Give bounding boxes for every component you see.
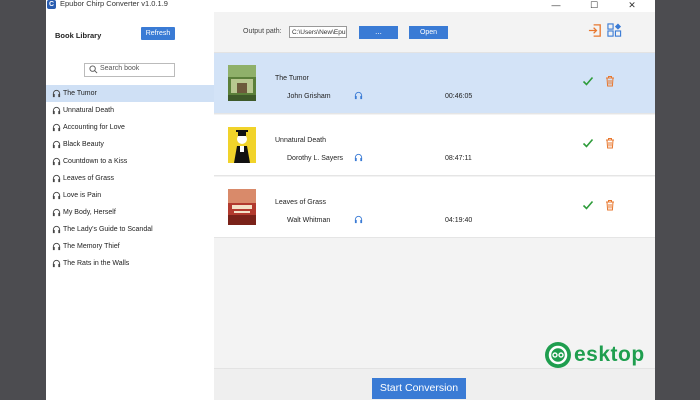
headphones-icon [52, 89, 61, 98]
window-controls: — ☐ ✕ [537, 0, 651, 12]
output-path-label: Output path: [243, 28, 282, 35]
check-icon [582, 200, 594, 210]
headphones-icon [52, 106, 61, 115]
book-card[interactable]: Leaves of Grass Walt Whitman 04:19:40 [214, 177, 655, 238]
refresh-button[interactable]: Refresh [141, 27, 175, 40]
browse-button[interactable]: ... [359, 26, 398, 39]
book-card[interactable]: The Tumor John Grisham 00:46:05 [214, 53, 655, 114]
book-duration: 00:46:05 [445, 93, 473, 100]
book-cover-image [228, 189, 256, 225]
sidebar-book-item[interactable]: The Rats in the Walls [46, 255, 214, 272]
sidebar-book-item[interactable]: The Memory Thief [46, 238, 214, 255]
sidebar-book-item[interactable]: The Lady's Guide to Scandal [46, 221, 214, 238]
book-cover-image [228, 65, 256, 101]
sidebar-book-item[interactable]: Leaves of Grass [46, 170, 214, 187]
app-window: C Epubor Chirp Converter v1.0.1.9 — ☐ ✕ … [46, 0, 655, 400]
sidebar-book-item[interactable]: Accounting for Love [46, 119, 214, 136]
sidebar-book-item[interactable]: Black Beauty [46, 136, 214, 153]
headphones-icon [52, 123, 61, 132]
trash-icon[interactable] [605, 137, 615, 149]
search-icon [89, 65, 98, 74]
sidebar-book-label: The Memory Thief [63, 243, 120, 250]
book-list: The Tumor Unnatural Death Accounting for L… [46, 85, 214, 272]
book-author: Dorothy L. Sayers [287, 155, 344, 162]
sidebar-book-item[interactable]: My Body, Herself [46, 204, 214, 221]
sidebar-book-item[interactable]: Unnatural Death [46, 102, 214, 119]
book-title: Unnatural Death [275, 137, 326, 144]
book-duration: 08:47:11 [445, 155, 472, 162]
search-placeholder: Search book [100, 65, 140, 72]
book-library-sidebar: Book Library Refresh Search book The Tum… [46, 12, 215, 400]
screen-edge-right [655, 0, 700, 400]
start-conversion-button[interactable]: Start Conversion [372, 378, 466, 399]
book-author: John Grisham [287, 93, 331, 100]
apps-icon[interactable] [607, 23, 622, 38]
sidebar-book-item[interactable]: The Tumor [46, 85, 214, 102]
check-icon [582, 138, 594, 148]
search-input[interactable]: Search book [84, 63, 175, 77]
close-button[interactable]: ✕ [613, 0, 651, 12]
headphones-icon [52, 191, 61, 200]
book-author: Walt Whitman [287, 217, 331, 224]
sidebar-book-label: Countdown to a Kiss [63, 158, 128, 165]
screen-edge-left [0, 0, 46, 400]
watermark: esktop [544, 341, 645, 369]
minimize-button[interactable]: — [537, 0, 575, 12]
headphones-icon [354, 153, 363, 162]
maximize-button[interactable]: ☐ [575, 0, 613, 12]
sidebar-book-label: The Lady's Guide to Scandal [63, 226, 153, 233]
trash-icon[interactable] [605, 199, 615, 211]
sidebar-book-item[interactable]: Countdown to a Kiss [46, 153, 214, 170]
output-toolbar: Output path: C:\Users\New\Epub ... Open [214, 12, 655, 53]
book-title: The Tumor [275, 75, 309, 82]
window-title: Epubor Chirp Converter v1.0.1.9 [60, 0, 168, 8]
sidebar-book-label: Love is Pain [63, 192, 102, 199]
headphones-icon [354, 215, 363, 224]
headphones-icon [52, 174, 61, 183]
trash-icon[interactable] [605, 75, 615, 87]
sidebar-book-label: Black Beauty [63, 141, 104, 148]
sidebar-book-label: The Rats in the Walls [63, 260, 130, 267]
book-cover-image [228, 127, 256, 163]
exit-icon[interactable] [588, 23, 603, 38]
headphones-icon [52, 157, 61, 166]
library-title: Book Library [55, 31, 102, 40]
watermark-logo-icon [545, 342, 571, 368]
headphones-icon [52, 242, 61, 251]
sidebar-book-label: Accounting for Love [63, 124, 125, 131]
book-queue: The Tumor John Grisham 00:46:05 Unnatura… [214, 53, 655, 368]
open-folder-button[interactable]: Open [409, 26, 448, 39]
output-path-field[interactable]: C:\Users\New\Epub [289, 26, 347, 38]
app-logo-icon: C [47, 0, 56, 9]
bottom-bar: Start Conversion [214, 368, 655, 400]
sidebar-book-label: The Tumor [63, 90, 97, 97]
title-bar: C Epubor Chirp Converter v1.0.1.9 — ☐ ✕ [46, 0, 655, 12]
headphones-icon [52, 259, 61, 268]
headphones-icon [52, 208, 61, 217]
headphones-icon [354, 91, 363, 100]
book-title: Leaves of Grass [275, 199, 326, 206]
sidebar-book-label: My Body, Herself [63, 209, 116, 216]
sidebar-book-item[interactable]: Love is Pain [46, 187, 214, 204]
book-card[interactable]: Unnatural Death Dorothy L. Sayers 08:47:… [214, 115, 655, 176]
watermark-text: esktop [574, 343, 645, 366]
sidebar-book-label: Leaves of Grass [63, 175, 114, 182]
headphones-icon [52, 225, 61, 234]
book-duration: 04:19:40 [445, 217, 473, 224]
headphones-icon [52, 140, 61, 149]
sidebar-book-label: Unnatural Death [63, 107, 114, 114]
check-icon [582, 76, 594, 86]
